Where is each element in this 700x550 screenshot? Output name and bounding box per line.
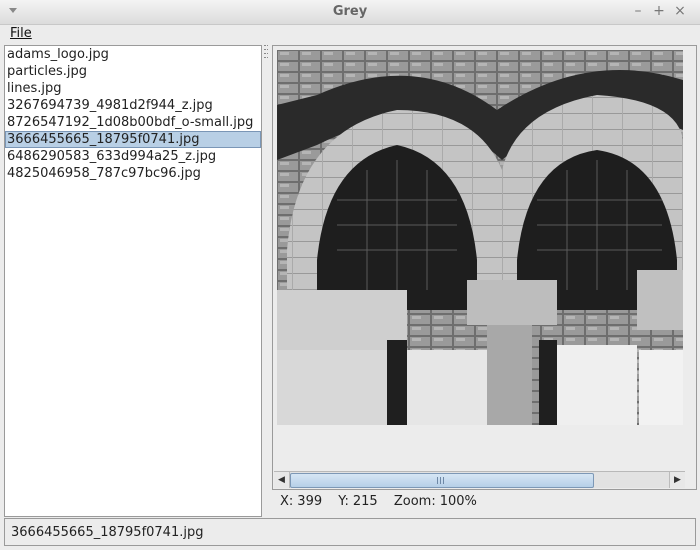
image-viewport[interactable]: [277, 50, 683, 477]
image-view-panel: ◀ ▶: [272, 45, 697, 490]
file-list-item[interactable]: 6486290583_633d994a25_z.jpg: [5, 148, 261, 165]
x-value: 399: [297, 494, 323, 509]
split-pane-divider[interactable]: [262, 45, 270, 515]
file-list-panel: adams_logo.jpg particles.jpg lines.jpg 3267…: [4, 45, 262, 517]
zoom-value: 100%: [439, 494, 477, 509]
file-list-item[interactable]: lines.jpg: [5, 80, 261, 97]
image-preview: [277, 50, 683, 425]
menu-bar: File: [0, 25, 700, 45]
minimize-icon[interactable]: –: [630, 3, 646, 19]
coordinate-status: X: 399 Y: 215 Zoom: 100%: [272, 490, 695, 514]
arrow-right-icon[interactable]: ▶: [669, 472, 685, 488]
status-filename: 3666455665_18795f0741.jpg: [11, 525, 204, 540]
file-list-item[interactable]: particles.jpg: [5, 63, 261, 80]
x-label: X:: [280, 494, 294, 509]
window-title: Grey: [332, 4, 368, 19]
bottom-status-bar: 3666455665_18795f0741.jpg: [4, 518, 696, 546]
file-list-item[interactable]: 3267694739_4981d2f944_z.jpg: [5, 97, 261, 114]
y-value: 215: [352, 494, 378, 509]
arrow-left-icon[interactable]: ◀: [274, 472, 290, 488]
file-list: adams_logo.jpg particles.jpg lines.jpg 3267…: [5, 46, 261, 182]
file-list-item[interactable]: 3666455665_18795f0741.jpg: [5, 131, 261, 148]
menu-file-label: File: [10, 26, 32, 41]
file-list-item[interactable]: adams_logo.jpg: [5, 46, 261, 63]
y-label: Y:: [338, 494, 349, 509]
title-bar: Grey – + ×: [0, 0, 700, 25]
file-list-item[interactable]: 8726547192_1d08b00bdf_o-small.jpg: [5, 114, 261, 131]
horizontal-scrollbar[interactable]: ◀ ▶: [274, 471, 685, 488]
file-list-item[interactable]: 4825046958_787c97bc96.jpg: [5, 165, 261, 182]
close-icon[interactable]: ×: [672, 3, 688, 19]
maximize-icon[interactable]: +: [651, 3, 667, 19]
zoom-label: Zoom:: [393, 494, 436, 509]
scrollbar-thumb[interactable]: [290, 473, 594, 488]
menu-file[interactable]: File: [8, 26, 34, 41]
